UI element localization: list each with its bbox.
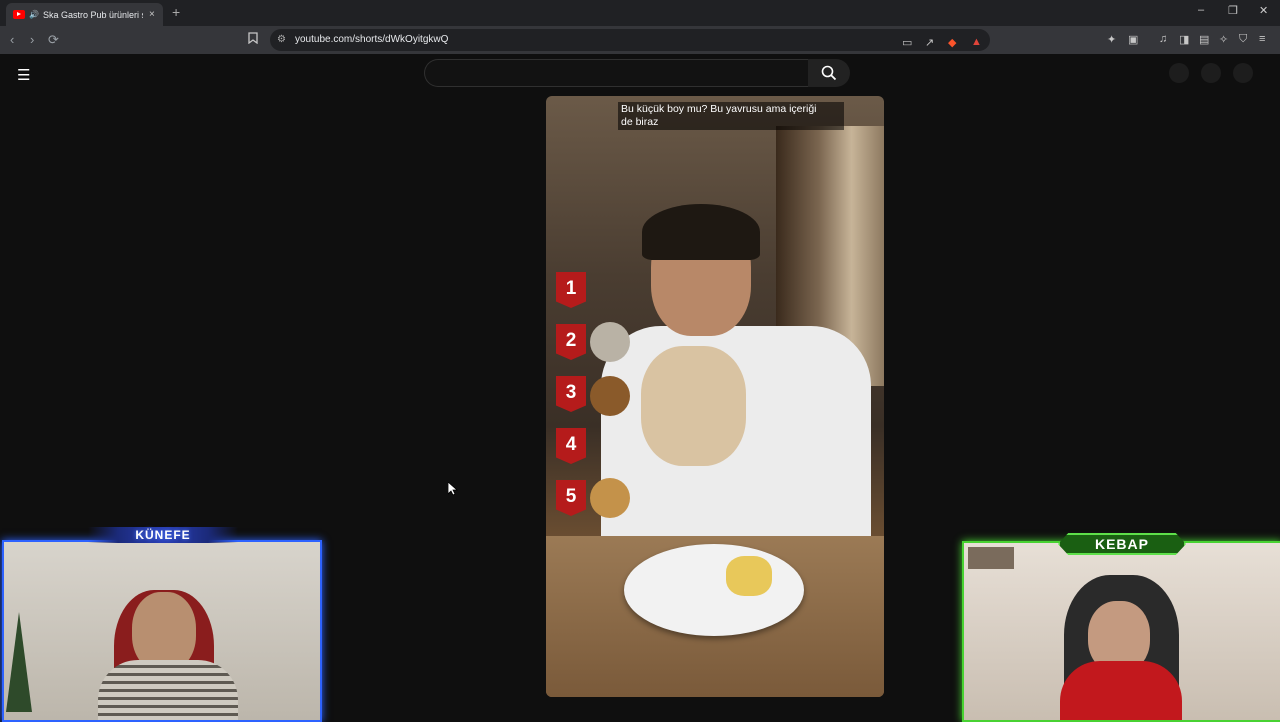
browser-titlebar: 🔊 Ska Gastro Pub ürünleri sıralı × + – ❐…: [0, 0, 1280, 26]
site-settings-icon[interactable]: ⚙: [277, 34, 286, 45]
reload-icon[interactable]: ⟳: [48, 32, 59, 48]
speaker-icon[interactable]: 🔊: [29, 10, 39, 19]
tab-search-icon[interactable]: ▣: [1128, 33, 1138, 46]
address-url[interactable]: youtube.com/shorts/dWkOyitgkwQ: [295, 34, 448, 45]
vpn-icon[interactable]: ⛉: [1239, 33, 1247, 46]
share-icon[interactable]: ↗: [925, 36, 934, 49]
left-overlay-label: KÜNEFE: [88, 527, 238, 543]
back-icon[interactable]: ‹: [10, 32, 14, 47]
video-caption: Bu küçük boy mu? Bu yavrusu ama içeriği …: [618, 102, 844, 130]
video-plate: [624, 544, 804, 636]
youtube-header: ☰: [0, 54, 1280, 92]
streamer-shirt: [98, 660, 238, 720]
right-overlay-label: KEBAP: [1058, 533, 1186, 555]
rank-badge: 2: [556, 324, 586, 360]
close-window-button[interactable]: ✕: [1259, 4, 1268, 17]
rank-badge: 1: [556, 272, 586, 308]
address-bar[interactable]: ⚙ youtube.com/shorts/dWkOyitgkwQ ▭ ↗ ◆ ▲: [270, 29, 990, 51]
food-thumbnail: [590, 376, 630, 416]
leo-ai-icon[interactable]: ✧: [1219, 33, 1228, 46]
browser-tab[interactable]: 🔊 Ska Gastro Pub ürünleri sıralı ×: [6, 3, 163, 26]
brave-shield-icon[interactable]: ◆: [948, 36, 956, 49]
forward-icon[interactable]: ›: [30, 32, 34, 47]
wallet-icon[interactable]: ▤: [1199, 33, 1209, 46]
sidebar-icon[interactable]: ◨: [1179, 33, 1189, 46]
caption-line: de biraz: [621, 116, 659, 128]
minimize-button[interactable]: –: [1198, 4, 1204, 16]
header-action-placeholder[interactable]: [1201, 63, 1221, 83]
video-chips: [726, 556, 772, 596]
left-webcam: [2, 540, 322, 722]
media-controls-icon[interactable]: ♫: [1159, 33, 1167, 45]
rank-badge: 5: [556, 480, 586, 516]
search-input[interactable]: [424, 59, 809, 87]
hamburger-menu-icon[interactable]: ☰: [17, 66, 30, 84]
extensions-icon[interactable]: ✦: [1107, 33, 1116, 46]
video-person-hair: [642, 204, 760, 260]
browser-navbar: ‹ › ⟳ ⚙ youtube.com/shorts/dWkOyitgkwQ ▭…: [0, 26, 1280, 54]
menu-icon[interactable]: ≡: [1259, 33, 1265, 45]
food-thumbnail: [590, 322, 630, 362]
youtube-favicon-icon: [13, 10, 25, 19]
christmas-tree: [6, 612, 32, 712]
avatar[interactable]: [1233, 63, 1253, 83]
new-tab-button[interactable]: +: [172, 4, 180, 20]
search-button[interactable]: [808, 59, 850, 87]
bookmark-icon[interactable]: [248, 32, 258, 47]
video-food-wrap: [641, 346, 746, 466]
search-icon: [821, 65, 837, 81]
mouse-cursor-icon: [447, 481, 459, 499]
food-thumbnail: [590, 478, 630, 518]
caption-line: Bu küçük boy mu? Bu yavrusu ama içeriği: [621, 103, 817, 115]
right-webcam: [962, 541, 1280, 722]
mini-thumbnail: [968, 547, 1014, 569]
restore-button[interactable]: ❐: [1228, 4, 1238, 17]
header-action-placeholder[interactable]: [1169, 63, 1189, 83]
streamer-shirt: [1060, 661, 1182, 720]
cast-icon[interactable]: ▭: [902, 36, 912, 49]
shorts-video-player[interactable]: Bu küçük boy mu? Bu yavrusu ama içeriği …: [546, 96, 884, 697]
tab-close-button[interactable]: ×: [149, 9, 155, 20]
brave-rewards-icon[interactable]: ▲: [971, 36, 982, 48]
rank-badge: 3: [556, 376, 586, 412]
rank-badge: 4: [556, 428, 586, 464]
tab-title: Ska Gastro Pub ürünleri sıralı: [42, 9, 143, 20]
